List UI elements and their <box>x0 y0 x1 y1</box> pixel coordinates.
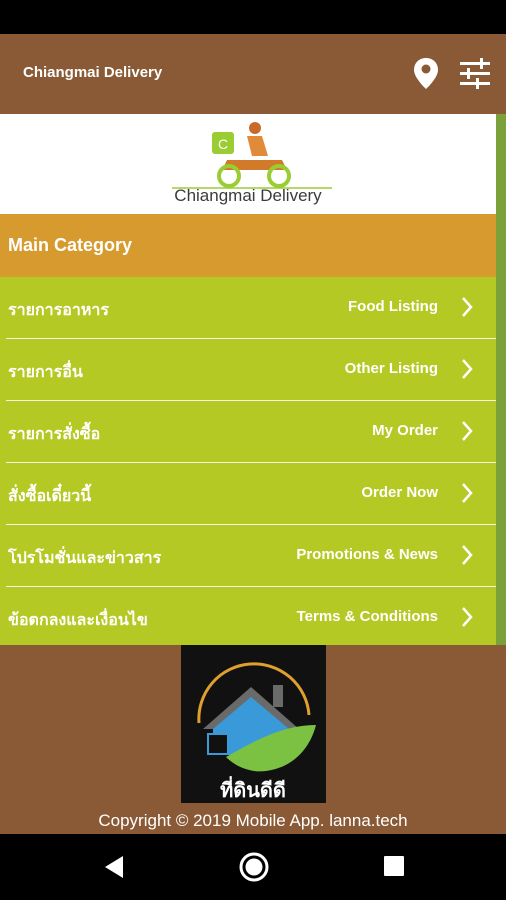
menu-item-thai-label: รายการอื่น <box>8 362 83 381</box>
menu-item-order-now[interactable]: สั่งซื้อเดี๋ยวนี้ Order Now <box>0 463 496 525</box>
svg-text:C: C <box>218 136 228 152</box>
chevron-right-icon <box>462 421 473 441</box>
menu-item-english-label: Order Now <box>361 484 438 501</box>
tune-sliders-icon[interactable] <box>458 56 492 90</box>
menu-item-english-label: Promotions & News <box>296 546 438 563</box>
chevron-right-icon <box>462 607 473 627</box>
main-content: C Chiangmai Delivery Main Category รายกา… <box>0 114 506 645</box>
main-category-header: Main Category <box>0 214 496 277</box>
menu-item-thai-label: รายการอาหาร <box>8 300 109 319</box>
menu-item-food-listing[interactable]: รายการอาหาร Food Listing <box>0 277 496 339</box>
menu-list: รายการอาหาร Food Listing รายการอื่น Othe… <box>0 277 496 649</box>
home-circle-icon[interactable] <box>238 851 270 883</box>
map-pin-icon[interactable] <box>412 56 440 90</box>
sponsor-logo[interactable]: ที่ดินดีดี <box>181 645 326 803</box>
recent-apps-square-icon[interactable] <box>383 855 405 877</box>
footer: ที่ดินดีดี Copyright © 2019 Mobile App. … <box>0 645 506 834</box>
chevron-right-icon <box>462 359 473 379</box>
logo-text: Chiangmai Delivery <box>174 186 322 205</box>
menu-item-english-label: My Order <box>372 422 438 439</box>
menu-item-terms-conditions[interactable]: ข้อตกลงและเงื่อนไข Terms & Conditions <box>0 587 496 649</box>
menu-item-thai-label: รายการสั่งซื้อ <box>8 424 101 443</box>
back-triangle-icon[interactable] <box>101 854 127 880</box>
main-category-label: Main Category <box>8 235 133 255</box>
menu-item-english-label: Food Listing <box>348 298 438 315</box>
house-hand-logo-icon: ที่ดินดีดี <box>197 662 316 802</box>
chevron-right-icon <box>462 483 473 503</box>
chevron-right-icon <box>462 297 473 317</box>
status-bar <box>0 0 506 34</box>
menu-item-thai-label: สั่งซื้อเดี๋ยวนี้ <box>8 486 92 505</box>
app-title: Chiangmai Delivery <box>23 64 163 81</box>
menu-item-english-label: Terms & Conditions <box>296 608 438 625</box>
delivery-scooter-logo: C <box>172 122 332 189</box>
app-bar: Chiangmai Delivery <box>0 34 506 112</box>
copyright-text: Copyright © 2019 Mobile App. lanna.tech <box>98 811 408 830</box>
menu-item-promotions-news[interactable]: โปรโมชั่นและข่าวสาร Promotions & News <box>0 525 496 587</box>
menu-item-my-order[interactable]: รายการสั่งซื้อ My Order <box>0 401 496 463</box>
menu-item-thai-label: โปรโมชั่นและข่าวสาร <box>8 548 162 567</box>
logo-banner: C Chiangmai Delivery <box>0 114 496 214</box>
svg-text:ที่ดินดีดี: ที่ดินดีดี <box>220 775 286 802</box>
system-nav-bar <box>0 834 506 900</box>
menu-item-other-listing[interactable]: รายการอื่น Other Listing <box>0 339 496 401</box>
menu-item-english-label: Other Listing <box>344 360 438 377</box>
menu-item-thai-label: ข้อตกลงและเงื่อนไข <box>8 610 148 629</box>
chevron-right-icon <box>462 545 473 565</box>
